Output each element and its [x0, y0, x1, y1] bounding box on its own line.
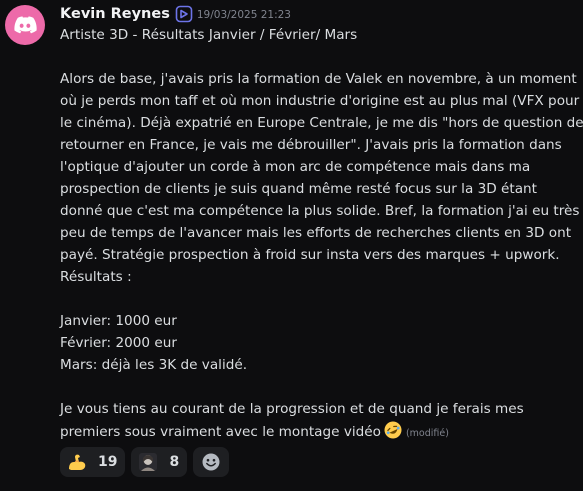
rofl-emoji: [384, 421, 402, 439]
add-reaction-smiley-icon: [202, 453, 220, 471]
message-line: peu de temps de l'avancer mais les effor…: [60, 225, 572, 241]
message-line: le cinéma). Déjà expatrié en Europe Cent…: [60, 115, 583, 131]
message-line: [60, 46, 570, 68]
message-line: prospection de clients je suis quand mêm…: [60, 181, 537, 197]
username[interactable]: Kevin Reynes: [60, 6, 170, 22]
message-line: donné que c'est ma compétence la plus so…: [60, 203, 580, 219]
message-last-line: premiers sous vraiment avec le montage v…: [60, 420, 570, 442]
avatar[interactable]: [5, 5, 45, 45]
message-line: [60, 376, 570, 398]
discord-logo-icon: [14, 16, 37, 34]
message-line: Alors de base, j'avais pris la formation…: [60, 71, 577, 87]
timestamp: 19/03/2025 21:23: [196, 8, 291, 21]
message-line-text: premiers sous vraiment avec le montage v…: [60, 424, 381, 440]
reaction-count: 19: [98, 454, 118, 470]
message-line: Janvier: 1000 eur: [60, 313, 177, 329]
add-reaction-button[interactable]: [193, 447, 230, 477]
custom-portrait-emoji: [137, 451, 159, 473]
message-line: Résultats :: [60, 269, 132, 285]
message-line: Je vous tiens au courant de la progressi…: [60, 401, 524, 417]
message-line: [60, 288, 570, 310]
message-content: Artiste 3D - Résultats Janvier / Février…: [60, 24, 583, 442]
message-line: où je perds mon taff et où mon industrie…: [60, 93, 580, 109]
reaction-count: 8: [169, 454, 180, 470]
message-line: retourner en France, je vais me débrouil…: [60, 137, 562, 153]
message-line: payé. Stratégie prospection à froid sur …: [60, 247, 560, 263]
message-line: Mars: déjà les 3K de validé.: [60, 357, 248, 373]
message-line: Artiste 3D - Résultats Janvier / Février…: [60, 27, 358, 43]
message-line: Février: 2000 eur: [60, 335, 177, 351]
reaction-custom-portrait[interactable]: 8: [131, 447, 188, 477]
message: Kevin Reynes 19/03/2025 21:23 Artiste 3D…: [0, 0, 583, 491]
server-tag-badge-icon[interactable]: [175, 5, 193, 23]
flexed-biceps-emoji: [66, 451, 88, 473]
reactions-bar: 19 8: [60, 447, 230, 477]
reaction-flexed-biceps[interactable]: 19: [60, 447, 126, 477]
edited-label[interactable]: (modifié): [406, 428, 449, 439]
message-header: Kevin Reynes 19/03/2025 21:23: [60, 3, 291, 25]
message-line: l'optique d'ajouter un corde à mon arc d…: [60, 159, 531, 175]
